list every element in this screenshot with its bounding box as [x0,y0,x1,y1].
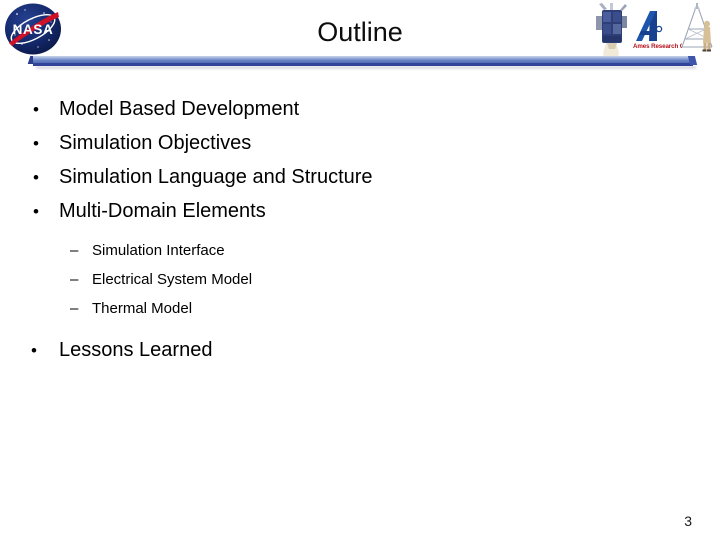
divider-shadow [36,66,696,69]
dash-marker-icon: – [70,300,79,317]
nasa-wordmark: NASA [13,22,54,37]
outline-sub-item-label: Electrical System Model [92,271,253,288]
header-logo-group: Ames Research Center [590,1,718,59]
outline-sub-item-label: Thermal Model [92,300,193,317]
outline-item: • Lessons Learned [0,333,720,367]
outline-sub-item: – Simulation Interface [0,236,720,265]
outline-item-label: Model Based Development [59,98,300,120]
ames-research-center-logo: Ames Research Center [632,7,700,53]
lander-structure-icon [678,3,718,57]
bullet-marker-icon: • [31,341,37,360]
bullet-marker-icon: • [33,168,39,187]
divider-body [33,56,693,63]
outline-sub-list: – Simulation Interface – Electrical Syst… [0,236,720,323]
outline-sub-item: – Thermal Model [0,294,720,323]
nasa-logo: NASA [3,2,63,56]
ames-logo-text: Ames Research Center [633,43,682,50]
outline-item: • Model Based Development [0,92,720,126]
divider-underline [33,63,693,66]
dash-marker-icon: – [70,271,79,288]
title-divider-bar [27,56,698,69]
outline-item-label: Multi-Domain Elements [59,200,266,222]
outline-sub-item-label: Simulation Interface [92,242,225,259]
outline-item: • Multi-Domain Elements [0,194,720,228]
dash-marker-icon: – [70,242,79,259]
page-number: 3 [684,513,692,529]
outline-sub-item: – Electrical System Model [0,265,720,294]
bullet-marker-icon: • [33,134,39,153]
outline-content: • Model Based Development • Simulation O… [0,92,720,367]
outline-item-label: Lessons Learned [59,339,213,361]
bullet-marker-icon: • [33,202,39,221]
bullet-marker-icon: • [33,100,39,119]
outline-item: • Simulation Language and Structure [0,160,720,194]
slide-title: Outline [317,17,403,47]
outline-item-label: Simulation Language and Structure [59,166,373,188]
outline-item-label: Simulation Objectives [59,132,252,154]
outline-item: • Simulation Objectives [0,126,720,160]
spacecraft-icon [590,2,634,60]
